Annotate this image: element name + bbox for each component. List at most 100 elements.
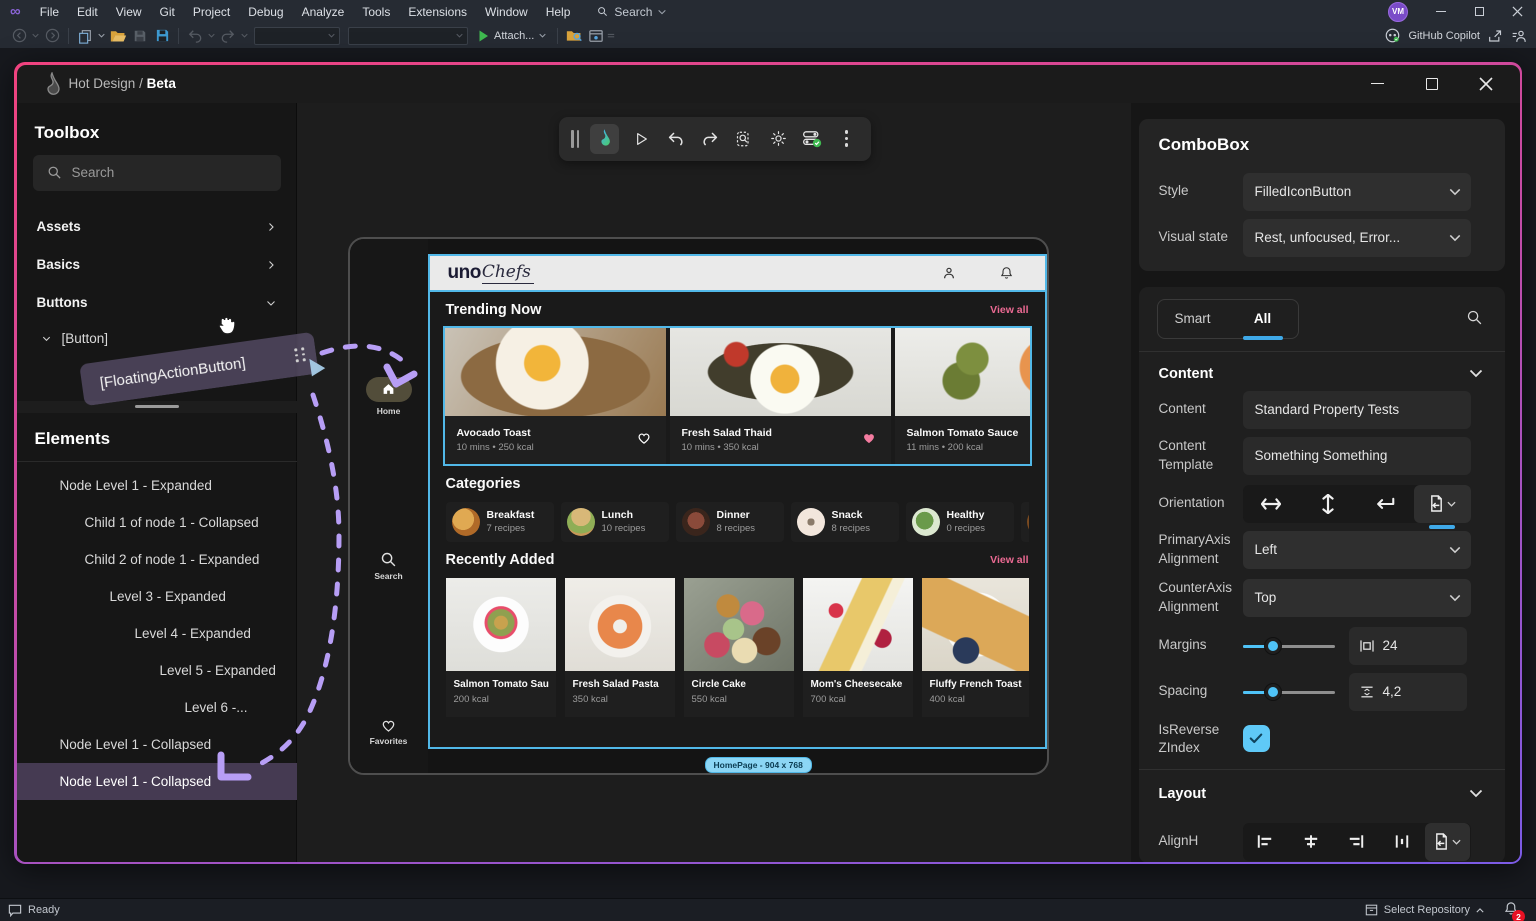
toolbox-section-basics[interactable]: Basics bbox=[17, 249, 297, 281]
form-factor-settings-button[interactable] bbox=[796, 121, 828, 157]
category-chip[interactable]: Healthy0 recipes bbox=[906, 502, 1014, 542]
navigate-back-button[interactable] bbox=[8, 25, 30, 46]
menu-tools[interactable]: Tools bbox=[353, 0, 399, 23]
zoom-to-fit-button[interactable] bbox=[728, 121, 760, 157]
menu-edit[interactable]: Edit bbox=[68, 0, 107, 23]
new-project-button[interactable] bbox=[74, 25, 96, 46]
undo-button[interactable] bbox=[659, 121, 691, 157]
counter-axis-dropdown[interactable]: Top bbox=[1243, 579, 1471, 617]
navigate-forward-button[interactable] bbox=[41, 25, 63, 46]
notifications-button[interactable]: 2 bbox=[1504, 901, 1518, 919]
recent-card[interactable]: Fresh Salad Pasta350 kcal bbox=[565, 578, 675, 717]
hot-design-mode-button[interactable] bbox=[590, 124, 619, 154]
chevron-down-icon[interactable] bbox=[98, 33, 105, 38]
hd-maximize-button[interactable] bbox=[1412, 70, 1452, 98]
redo-button[interactable] bbox=[217, 25, 239, 46]
avatar[interactable]: VM bbox=[1388, 2, 1408, 22]
element-row[interactable]: Level 6 -... bbox=[17, 689, 297, 726]
category-chip[interactable]: Lunch10 recipes bbox=[561, 502, 669, 542]
toolbox-section-buttons[interactable]: Buttons bbox=[17, 287, 297, 319]
play-button[interactable] bbox=[625, 121, 657, 157]
tab-smart[interactable]: Smart bbox=[1158, 300, 1228, 338]
trending-card[interactable]: Fresh Salad Thaid 10 mins • 350 kcal bbox=[670, 328, 891, 464]
panel-splitter[interactable] bbox=[17, 401, 297, 413]
minimize-button[interactable] bbox=[1422, 0, 1460, 23]
save-all-button[interactable] bbox=[151, 25, 173, 46]
hd-close-button[interactable] bbox=[1466, 70, 1506, 98]
category-chip[interactable]: Snack8 recipes bbox=[791, 502, 899, 542]
align-stretch-icon[interactable] bbox=[1379, 823, 1425, 861]
content-template-input[interactable]: Something Something bbox=[1243, 437, 1471, 475]
align-right-icon[interactable] bbox=[1334, 823, 1380, 861]
margins-value-box[interactable]: 24 bbox=[1349, 627, 1467, 665]
heart-filled-icon[interactable] bbox=[861, 430, 877, 445]
toolbox-search[interactable] bbox=[33, 155, 281, 191]
solution-configurations-dropdown[interactable] bbox=[254, 27, 340, 45]
share-icon[interactable] bbox=[1488, 29, 1503, 43]
toolbar-overflow-icon[interactable] bbox=[607, 32, 615, 40]
trending-view-all[interactable]: View all bbox=[990, 304, 1028, 316]
menu-window[interactable]: Window bbox=[476, 0, 537, 23]
category-chip[interactable]: Breakfast7 recipes bbox=[446, 502, 554, 542]
save-button[interactable] bbox=[129, 25, 151, 46]
trending-card[interactable]: Salmon Tomato Sauce 11 mins • 200 kcal bbox=[895, 328, 1032, 464]
element-row[interactable]: Child 1 of node 1 - Collapsed bbox=[17, 504, 297, 541]
maximize-button[interactable] bbox=[1460, 0, 1498, 23]
content-input[interactable]: Standard Property Tests bbox=[1243, 391, 1471, 429]
send-feedback-icon[interactable] bbox=[1511, 29, 1526, 43]
heart-outline-icon[interactable] bbox=[636, 430, 652, 445]
heart-icon[interactable] bbox=[350, 717, 428, 733]
element-row[interactable]: Level 4 - Expanded bbox=[17, 615, 297, 652]
tab-all[interactable]: All bbox=[1228, 300, 1298, 338]
primary-axis-dropdown[interactable]: Left bbox=[1243, 531, 1471, 569]
toolbox-section-assets[interactable]: Assets bbox=[17, 211, 297, 243]
menu-git[interactable]: Git bbox=[151, 0, 184, 23]
hd-minimize-button[interactable] bbox=[1358, 70, 1398, 98]
element-row[interactable]: Node Level 1 - Collapsed bbox=[17, 726, 297, 763]
sync-solution-explorer-button[interactable] bbox=[585, 25, 607, 46]
device-preview[interactable]: Home Search Favorites unoChefs bbox=[348, 237, 1049, 775]
close-button[interactable] bbox=[1498, 0, 1536, 23]
element-row[interactable]: Node Level 1 - Expanded bbox=[17, 467, 297, 504]
menu-help[interactable]: Help bbox=[537, 0, 580, 23]
redo-button[interactable] bbox=[694, 121, 726, 157]
copilot-label[interactable]: GitHub Copilot bbox=[1408, 30, 1480, 42]
align-left-icon[interactable] bbox=[1243, 823, 1289, 861]
menu-analyze[interactable]: Analyze bbox=[293, 0, 354, 23]
spacing-slider[interactable] bbox=[1243, 684, 1335, 700]
select-repository-button[interactable]: Select Repository bbox=[1384, 904, 1470, 916]
find-in-files-button[interactable] bbox=[563, 25, 585, 46]
menu-view[interactable]: View bbox=[107, 0, 151, 23]
app-page[interactable]: unoChefs Trending Now View all bbox=[428, 254, 1047, 749]
layout-section-header[interactable]: Layout bbox=[1139, 781, 1505, 807]
search-icon[interactable] bbox=[350, 551, 428, 568]
toolbox-search-input[interactable] bbox=[72, 165, 252, 180]
element-row[interactable]: Level 3 - Expanded bbox=[17, 578, 297, 615]
isreverse-zindex-checkbox[interactable] bbox=[1243, 725, 1270, 752]
search-icon[interactable] bbox=[1466, 309, 1483, 326]
undo-button[interactable] bbox=[184, 25, 206, 46]
category-chip[interactable] bbox=[1021, 502, 1029, 542]
trending-card[interactable]: Avocado Toast 10 mins • 250 kcal bbox=[445, 328, 666, 464]
visual-state-dropdown[interactable]: Rest, unfocused, Error... bbox=[1243, 219, 1471, 257]
profile-icon[interactable] bbox=[942, 266, 956, 280]
recent-card[interactable]: Salmon Tomato Sau200 kcal bbox=[446, 578, 556, 717]
bell-icon[interactable] bbox=[1000, 266, 1013, 280]
menu-debug[interactable]: Debug bbox=[239, 0, 292, 23]
chevron-down-icon[interactable] bbox=[208, 33, 215, 38]
orientation-horizontal-icon[interactable] bbox=[1243, 485, 1300, 523]
vs-search[interactable]: Search bbox=[597, 5, 666, 19]
more-options-button[interactable] bbox=[830, 121, 862, 157]
orientation-wrap-icon[interactable] bbox=[1357, 485, 1414, 523]
recent-card[interactable]: Circle Cake550 kcal bbox=[684, 578, 794, 717]
theme-toggle-button[interactable] bbox=[762, 121, 794, 157]
recent-card[interactable]: Mom's Cheesecake700 kcal bbox=[803, 578, 913, 717]
alignh-binding-option[interactable] bbox=[1425, 823, 1471, 861]
align-center-icon[interactable] bbox=[1288, 823, 1334, 861]
menu-extensions[interactable]: Extensions bbox=[399, 0, 476, 23]
spacing-value-box[interactable]: 4,2 bbox=[1349, 673, 1467, 711]
element-row[interactable]: Child 2 of node 1 - Expanded bbox=[17, 541, 297, 578]
menu-file[interactable]: File bbox=[31, 0, 68, 23]
element-row-selected[interactable]: Node Level 1 - Collapsed bbox=[17, 763, 297, 800]
orientation-vertical-icon[interactable] bbox=[1300, 485, 1357, 523]
